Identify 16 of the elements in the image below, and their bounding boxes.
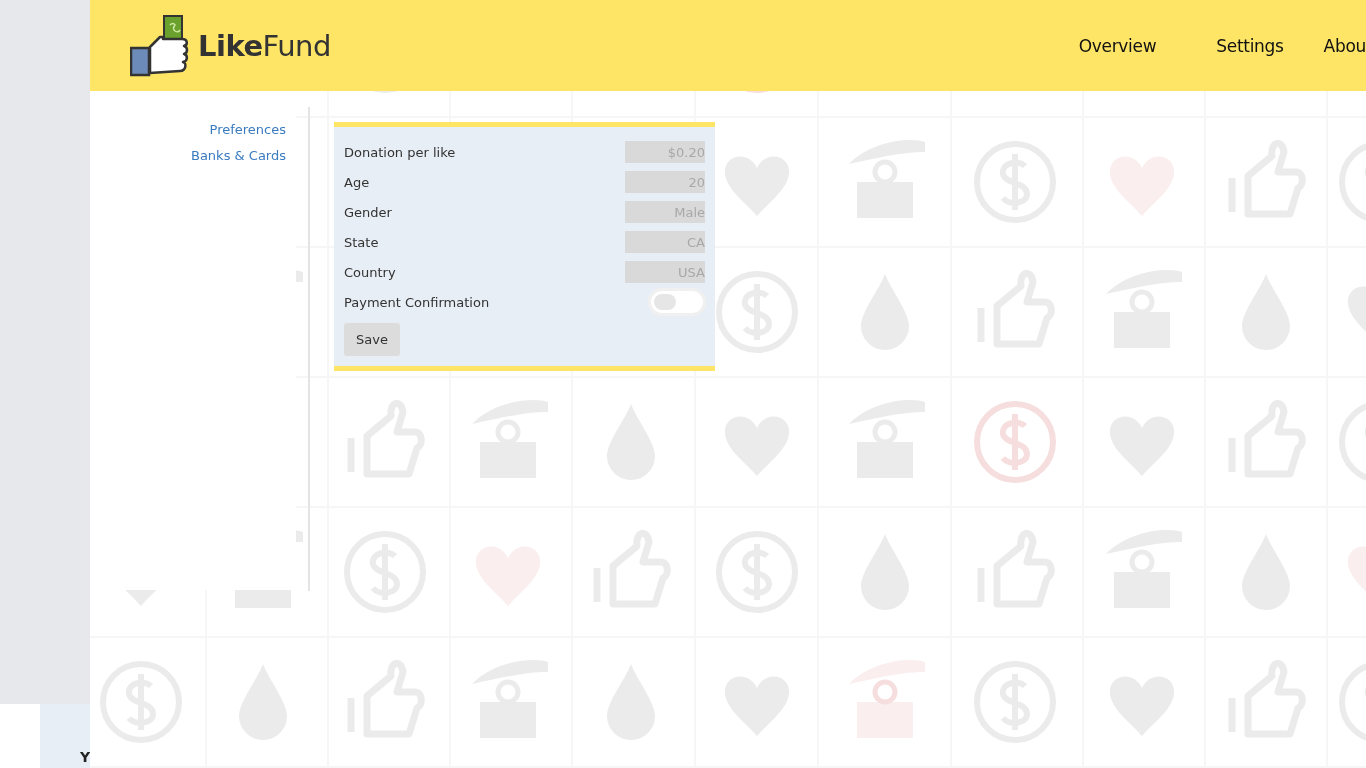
thumbs-up-money-icon bbox=[130, 14, 190, 77]
toggle-switch[interactable] bbox=[651, 291, 703, 313]
logo-text[interactable]: LikeFund bbox=[198, 28, 331, 63]
save-button[interactable]: Save bbox=[344, 323, 400, 356]
nav-link[interactable]: Settings bbox=[1216, 35, 1284, 56]
field-label: State bbox=[344, 234, 379, 250]
nav-link[interactable]: Abou bbox=[1323, 35, 1366, 56]
panel-text: Y bbox=[80, 749, 91, 765]
field-label: Gender bbox=[344, 204, 392, 220]
field-label: Age bbox=[344, 174, 370, 190]
sidebar-link[interactable]: Banks & Cards bbox=[191, 148, 286, 163]
field-label: Donation per like bbox=[344, 144, 456, 160]
nav-link[interactable]: Overview bbox=[1078, 35, 1157, 56]
field-label: Payment Confirmation bbox=[344, 294, 490, 310]
sidebar-link[interactable]: Preferences bbox=[209, 122, 286, 137]
field-label: Country bbox=[344, 264, 396, 280]
